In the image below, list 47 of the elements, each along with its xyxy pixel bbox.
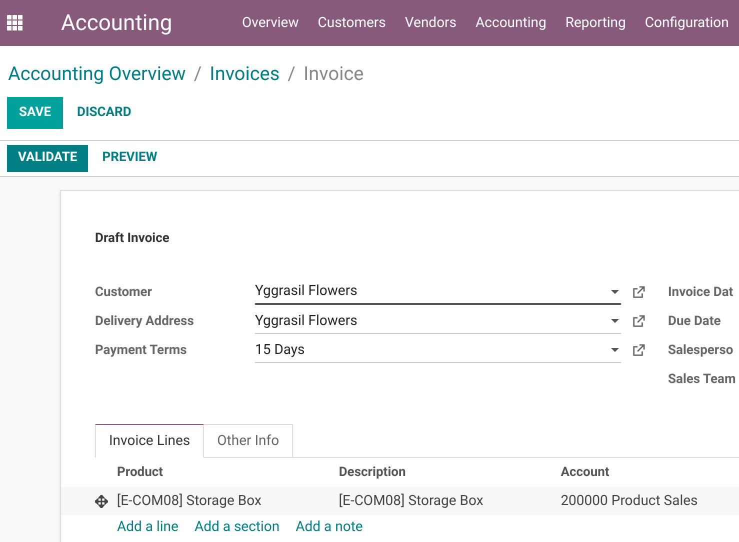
external-link-icon[interactable] — [632, 286, 645, 299]
field-label: Delivery Address — [95, 312, 195, 331]
link-button[interactable]: PREVIEW — [94, 144, 166, 172]
caret-icon — [611, 290, 619, 294]
primary-button[interactable]: SAVE — [7, 96, 64, 128]
apps-menu-icon[interactable] — [7, 15, 23, 31]
tab[interactable]: Other Info — [204, 424, 294, 458]
field-label: Payment Terms — [95, 342, 188, 360]
drag-handle-icon[interactable] — [95, 494, 108, 508]
field-label: Sales Team — [668, 371, 736, 389]
table-cell-text: 200000 Product Sales — [560, 492, 699, 510]
field-label: Salesperso — [668, 342, 734, 360]
add-link[interactable]: Add a line — [117, 517, 178, 538]
menu-item[interactable]: Customers — [318, 12, 386, 34]
add-link[interactable]: Add a note — [296, 517, 363, 538]
dropdown-field[interactable]: Yggrasil Flowers — [255, 280, 621, 304]
add-link[interactable]: Add a section — [194, 517, 280, 538]
caret-icon — [611, 348, 619, 352]
menu-item[interactable]: Overview — [242, 12, 299, 34]
breadcrumb-separator: / — [194, 61, 202, 87]
primary-button[interactable]: VALIDATE — [7, 144, 88, 172]
caret-icon — [611, 319, 619, 323]
breadcrumb-link[interactable]: Invoices — [210, 60, 280, 88]
menu-item[interactable]: Vendors — [404, 12, 457, 34]
field-label: Invoice Dat — [668, 284, 734, 302]
form-title: Draft Invoice — [94, 230, 170, 248]
external-link-icon[interactable] — [632, 315, 645, 328]
table-cell-text: [E-COM08] Storage Box — [116, 492, 262, 510]
link-button[interactable]: DISCARD — [69, 96, 140, 128]
breadcrumb-current: Invoice — [304, 61, 364, 87]
dropdown-field[interactable]: Yggrasil Flowers — [255, 310, 621, 334]
tab[interactable]: Invoice Lines — [95, 424, 204, 458]
table-row[interactable]: [E-COM08] Storage Box [E-COM08] Storage Box 200000 Product Sales — [61, 487, 739, 515]
field-label: Customer — [95, 284, 154, 302]
column-header: Product — [117, 464, 164, 482]
menu-item[interactable]: Accounting — [476, 12, 546, 34]
app-title: Accounting — [61, 10, 174, 38]
table-cell-text: [E-COM08] Storage Box — [338, 492, 484, 510]
menu-item[interactable]: Configuration — [644, 12, 729, 34]
menu-item[interactable]: Reporting — [565, 12, 626, 34]
breadcrumb-link[interactable]: Accounting Overview — [8, 60, 186, 88]
external-link-icon[interactable] — [632, 344, 645, 357]
field-label: Due Date — [668, 313, 722, 331]
dropdown-field[interactable]: 15 Days — [255, 338, 621, 362]
breadcrumb-separator: / — [288, 61, 296, 87]
column-header: Account — [560, 464, 610, 482]
column-header: Description — [338, 464, 407, 482]
